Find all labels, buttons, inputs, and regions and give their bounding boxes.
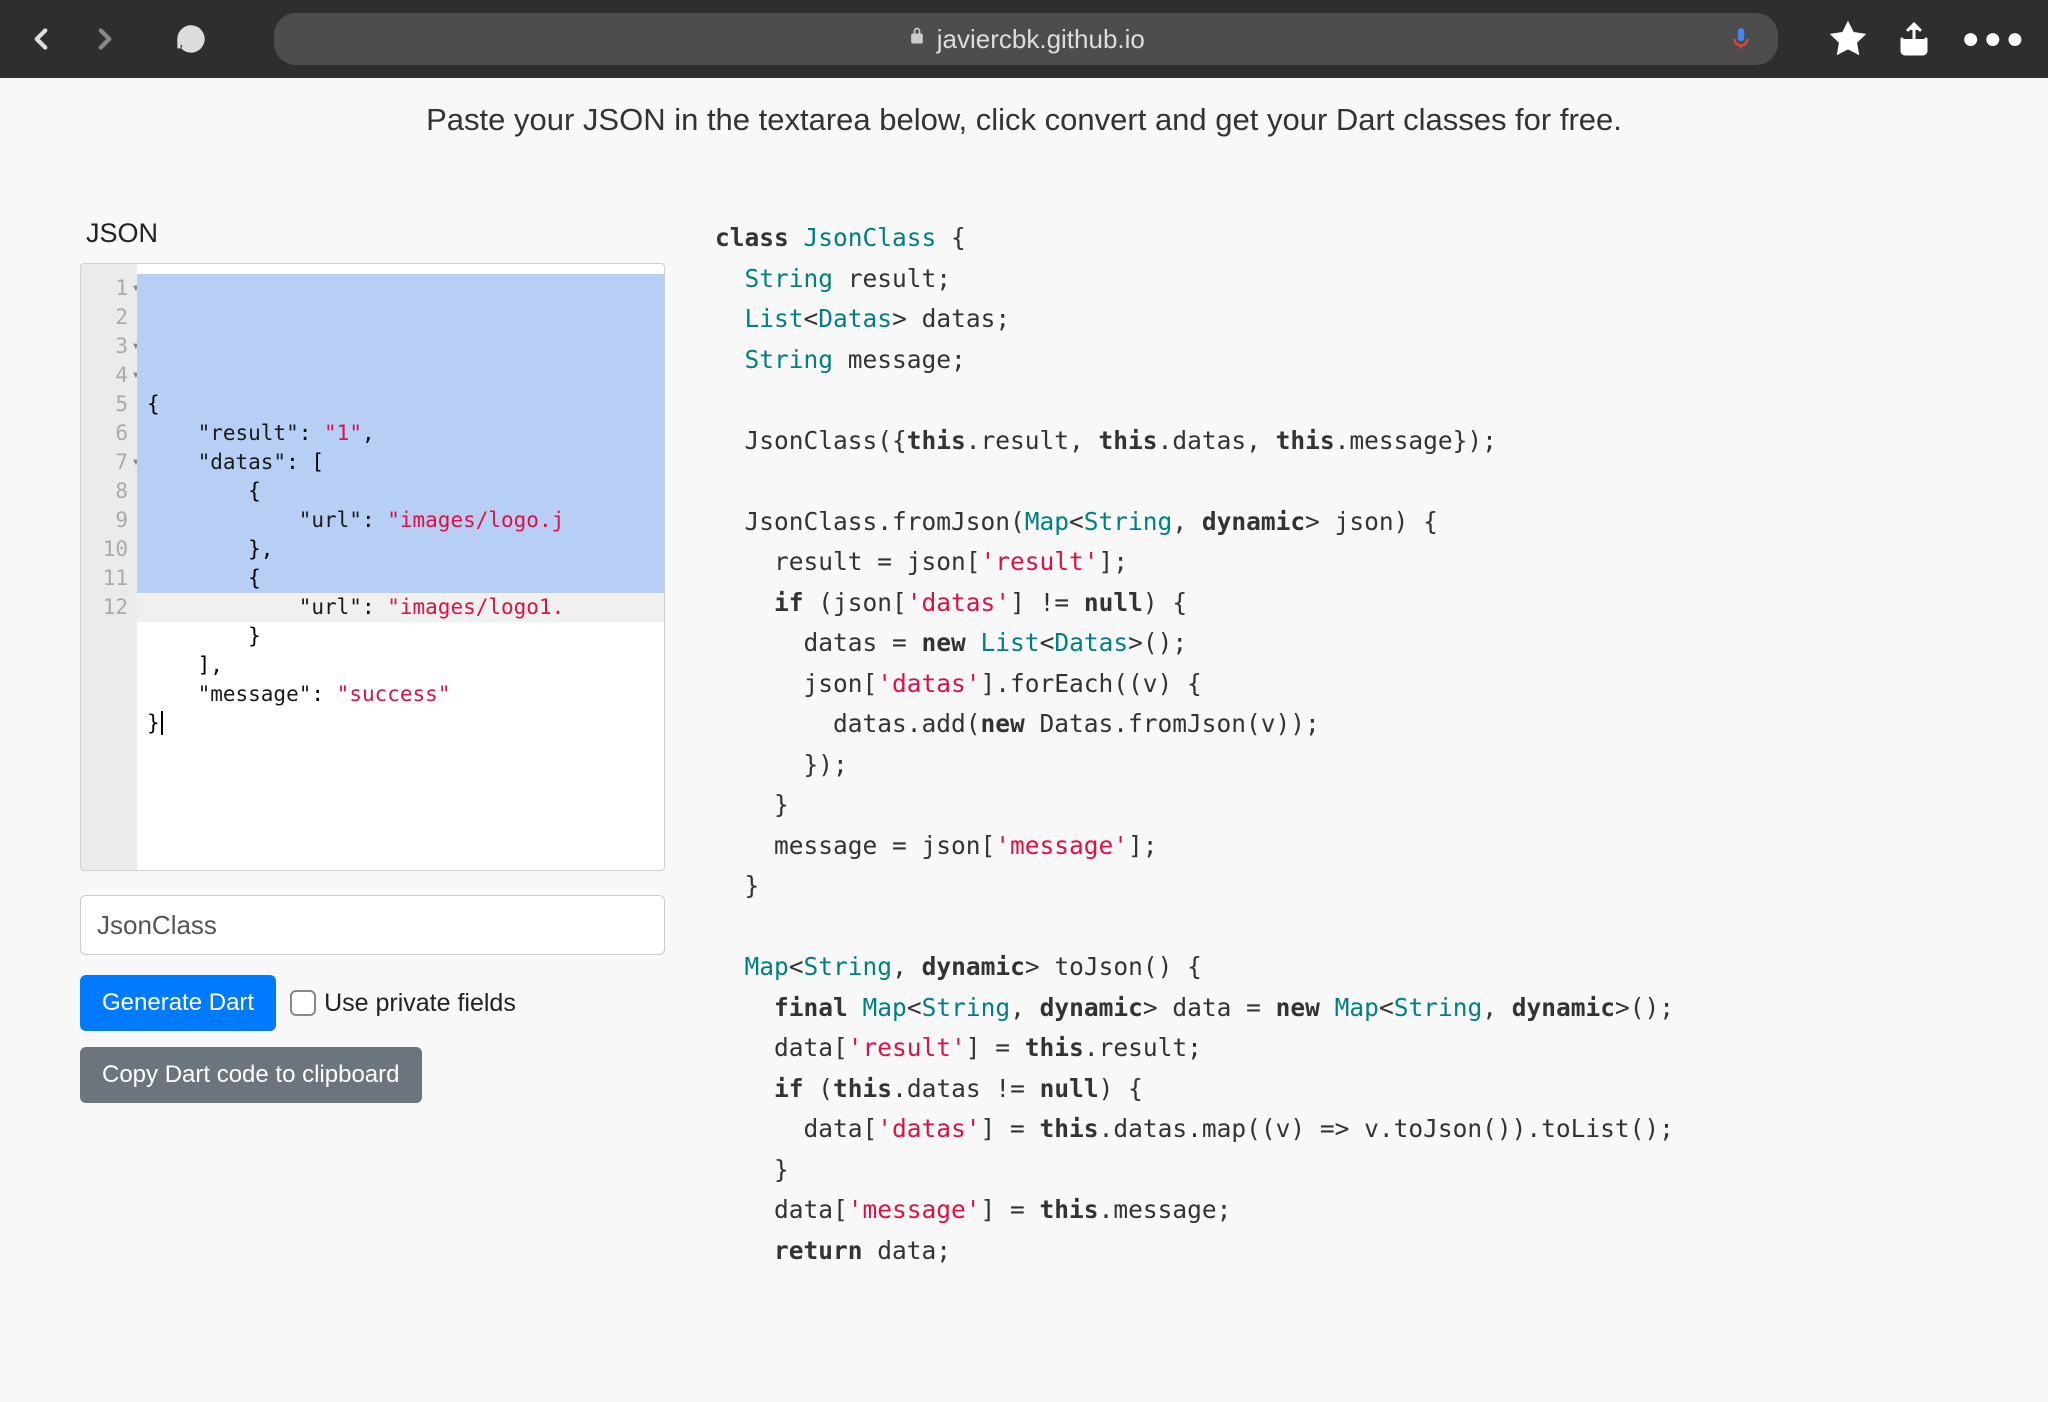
- browser-toolbar: javiercbk.github.io ●●●: [0, 0, 2048, 78]
- url-text: javiercbk.github.io: [937, 24, 1145, 55]
- generate-dart-button[interactable]: Generate Dart: [80, 975, 276, 1031]
- mic-icon[interactable]: [1728, 26, 1754, 52]
- editor-code-lines: { "result": "1", "datas": [ { "url": "im…: [137, 390, 664, 738]
- private-fields-label: Use private fields: [324, 989, 516, 1018]
- class-name-input[interactable]: [80, 895, 665, 955]
- instruction-text: Paste your JSON in the textarea below, c…: [80, 102, 1968, 138]
- back-button[interactable]: [20, 22, 62, 56]
- star-icon[interactable]: [1830, 21, 1866, 57]
- share-icon[interactable]: [1896, 21, 1932, 57]
- lock-icon: [907, 26, 927, 52]
- dart-output: class JsonClass { String result; List<Da…: [715, 218, 1968, 1271]
- forward-button[interactable]: [84, 22, 126, 56]
- copy-dart-button[interactable]: Copy Dart code to clipboard: [80, 1047, 422, 1103]
- url-bar[interactable]: javiercbk.github.io: [274, 13, 1778, 65]
- json-editor[interactable]: 123456789101112 { "result": "1", "datas"…: [80, 263, 665, 871]
- private-fields-checkbox[interactable]: [290, 990, 316, 1016]
- json-section-label: JSON: [86, 218, 665, 249]
- editor-code-area[interactable]: { "result": "1", "datas": [ { "url": "im…: [137, 264, 664, 870]
- editor-gutter: 123456789101112: [81, 264, 137, 870]
- reload-button[interactable]: [170, 23, 212, 55]
- more-icon[interactable]: ●●●: [1962, 22, 2028, 56]
